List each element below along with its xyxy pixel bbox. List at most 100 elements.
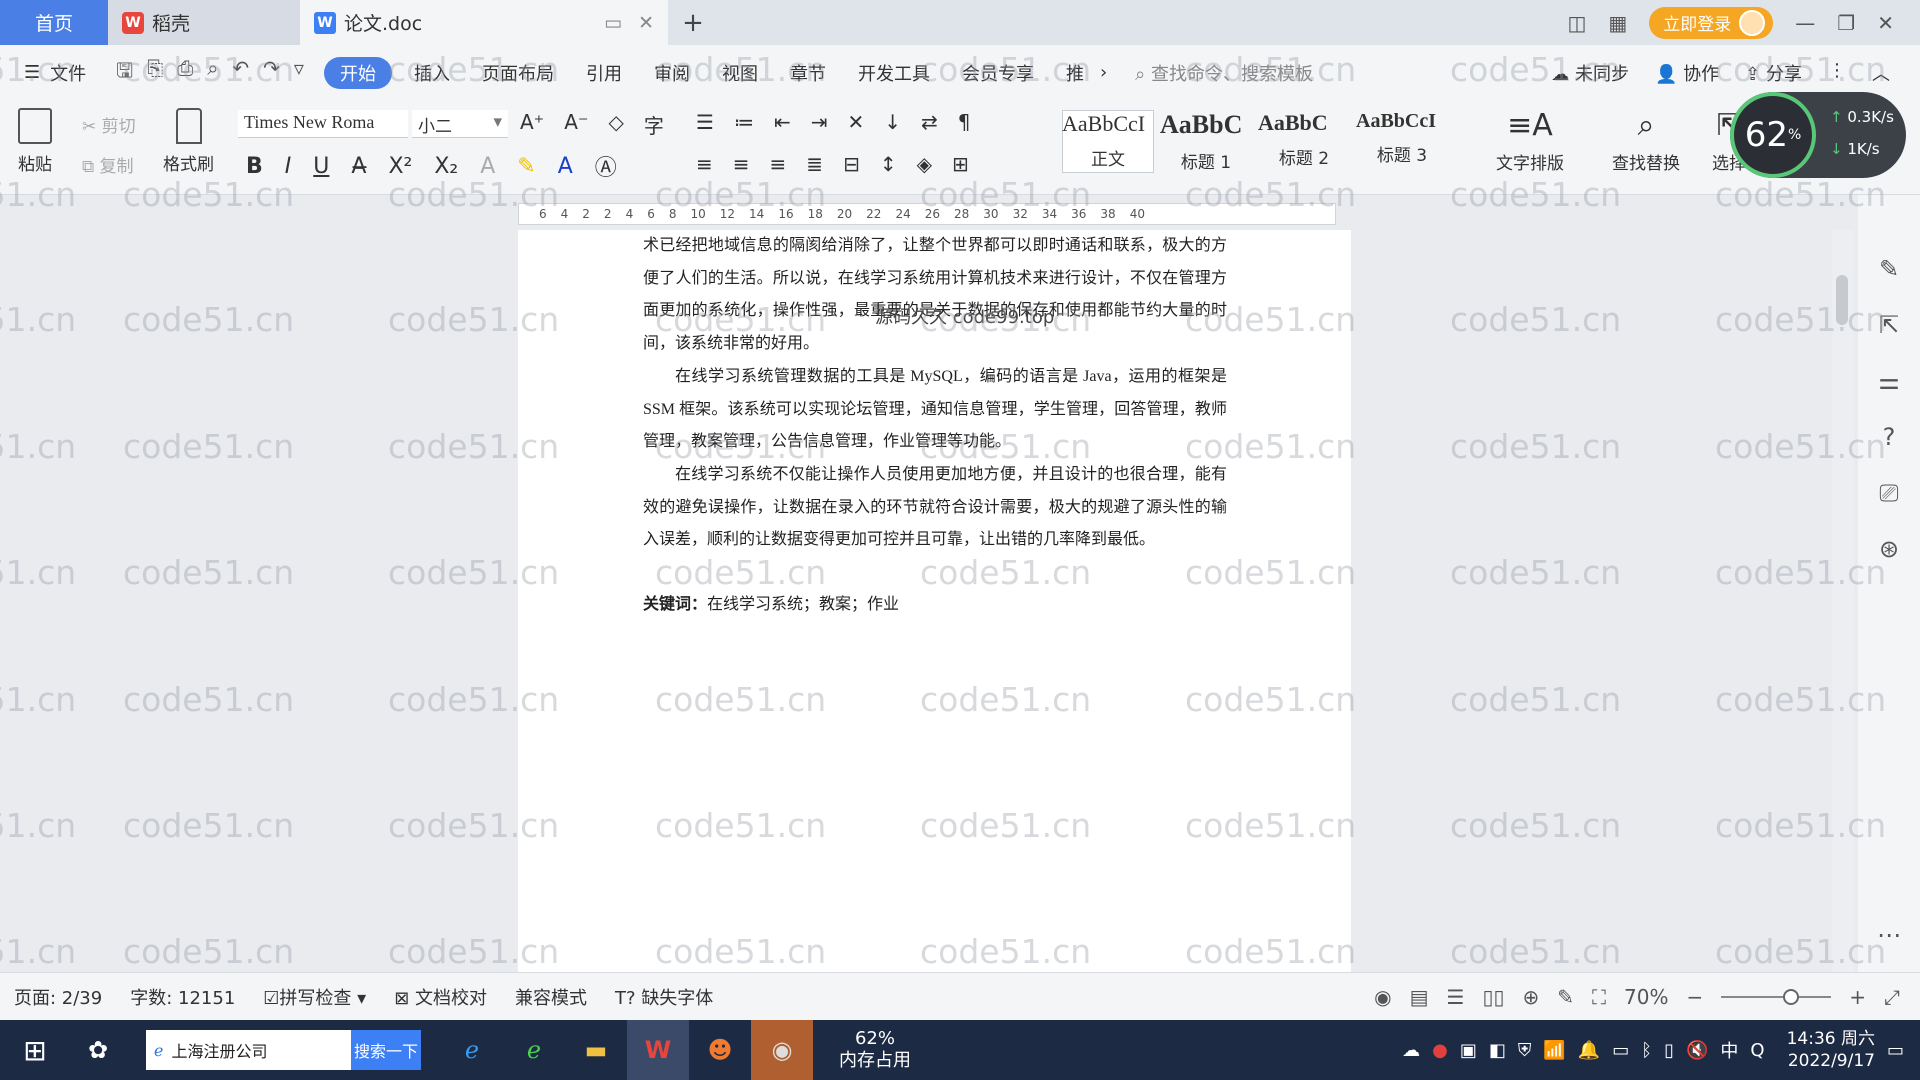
ruler-strip[interactable]: 6 4 2 2 4 6 8 10 12 14 16 18 20 22 24 26 28 30 32 34 36 38 40 bbox=[518, 203, 1336, 225]
zoom-level[interactable]: 70% bbox=[1624, 985, 1668, 1009]
tab-daoke[interactable]: W 稻壳 bbox=[108, 0, 300, 45]
menu-tab-developer[interactable]: 开发工具 bbox=[842, 60, 946, 86]
help-icon[interactable]: ? bbox=[1883, 423, 1896, 451]
proofread-button[interactable]: ⊠ 文档校对 bbox=[380, 984, 501, 1010]
text-layout-button[interactable]: ≡A 文字排版 bbox=[1496, 108, 1564, 174]
wps-app-icon[interactable]: W bbox=[627, 1020, 689, 1080]
taskbar-search[interactable]: ℯ 上海注册公司 bbox=[146, 1030, 351, 1070]
bullet-list-icon[interactable]: ☰ bbox=[696, 110, 714, 134]
export-pdf-icon[interactable]: ⎘ bbox=[147, 56, 163, 90]
fit-page-icon[interactable]: ⛶ bbox=[1592, 985, 1606, 1009]
windows-start-icon[interactable]: ⊞ bbox=[0, 1034, 70, 1067]
share-button[interactable]: ⇪ 分享 bbox=[1745, 60, 1802, 86]
file-menu[interactable]: ☰ 文件 bbox=[0, 60, 102, 86]
print-icon[interactable]: ⎙ bbox=[177, 56, 193, 90]
align-center-icon[interactable]: ≡ bbox=[733, 152, 750, 176]
redo-icon[interactable]: ↷ bbox=[263, 56, 280, 90]
justify-icon[interactable]: ≣ bbox=[806, 152, 823, 176]
document-body[interactable]: 术已经把地域信息的隔阂给消除了，让整个世界都可以即时通话和联系，极大的方便了人们… bbox=[643, 230, 1227, 622]
paragraph-1[interactable]: 术已经把地域信息的隔阂给消除了，让整个世界都可以即时通话和联系，极大的方便了人们… bbox=[643, 230, 1227, 361]
zoom-slider[interactable] bbox=[1721, 988, 1832, 1005]
browser-360-icon[interactable]: ℯ bbox=[503, 1020, 565, 1080]
superscript-icon[interactable]: X² bbox=[388, 154, 412, 179]
close-window-icon[interactable]: ✕ bbox=[1877, 11, 1894, 35]
taskbar-search-button[interactable]: 搜索一下 bbox=[351, 1030, 421, 1070]
style-heading-2[interactable]: AaBbC 标题 2 bbox=[1258, 110, 1350, 173]
menu-tab-member[interactable]: 会员专享 bbox=[946, 60, 1050, 86]
style-heading-1[interactable]: AaBbC 标题 1 bbox=[1160, 110, 1252, 173]
undo-icon[interactable]: ↶ bbox=[232, 56, 249, 90]
eye-protection-icon[interactable]: ◉ bbox=[1374, 985, 1391, 1009]
collaborate-button[interactable]: 👤 协作 bbox=[1655, 60, 1719, 86]
menu-tab-insert[interactable]: 插入 bbox=[398, 60, 466, 86]
system-clock[interactable]: 14:36 周六 2022/9/17 bbox=[1787, 1028, 1875, 1072]
font-name-select[interactable]: Times New Roma bbox=[238, 110, 408, 138]
menu-tab-view[interactable]: 视图 bbox=[706, 60, 774, 86]
restore-icon[interactable]: ❐ bbox=[1837, 11, 1855, 35]
missing-font-button[interactable]: T? 缺失字体 bbox=[601, 984, 727, 1010]
sync-tray-icon[interactable]: ◧ bbox=[1489, 1040, 1506, 1061]
float-window-icon[interactable]: ▭ bbox=[604, 12, 622, 34]
paste-button[interactable]: 粘贴 bbox=[18, 108, 52, 175]
font-size-select[interactable]: 小二 ▾ bbox=[412, 110, 508, 138]
text-effect-icon[interactable]: A bbox=[480, 154, 495, 179]
scrollbar-thumb[interactable] bbox=[1836, 275, 1848, 325]
antivirus-icon[interactable]: ● bbox=[1432, 1040, 1448, 1061]
align-right-icon[interactable]: ≡ bbox=[770, 152, 787, 176]
line-spacing-icon[interactable]: ↕ bbox=[880, 152, 897, 176]
bluetooth-icon[interactable]: ᛒ bbox=[1641, 1040, 1652, 1061]
cut-button[interactable]: ✂ 剪切 bbox=[82, 112, 136, 137]
zoom-in-icon[interactable]: + bbox=[1849, 985, 1866, 1009]
more-options-icon[interactable]: ⋮ bbox=[1828, 60, 1846, 86]
customize-dropdown-icon[interactable]: ▿ bbox=[294, 56, 304, 90]
close-tab-icon[interactable]: ✕ bbox=[638, 12, 654, 34]
strikethrough-icon[interactable]: A̶ bbox=[351, 154, 366, 179]
page-indicator[interactable]: 页面: 2/39 bbox=[0, 984, 116, 1010]
numbered-list-icon[interactable]: ≔ bbox=[734, 110, 754, 134]
more-icon[interactable]: ⋯ bbox=[1877, 921, 1901, 949]
zoom-slider-knob[interactable] bbox=[1783, 988, 1800, 1005]
sort-icon[interactable]: ↓ bbox=[884, 110, 901, 134]
underline-icon[interactable]: U bbox=[313, 154, 329, 179]
tab-home[interactable]: 首页 bbox=[0, 0, 108, 45]
shield-icon[interactable]: ⛨ bbox=[1518, 1040, 1532, 1061]
backup-icon[interactable]: ⎚ bbox=[1879, 479, 1898, 507]
align-left-icon[interactable]: ≡ bbox=[696, 152, 713, 176]
style-normal[interactable]: AaBbCcI 正文 bbox=[1062, 110, 1154, 173]
compass-icon[interactable]: ⊛ bbox=[1879, 535, 1899, 563]
file-explorer-icon[interactable]: ▬ bbox=[565, 1020, 627, 1080]
layout-switch-icon[interactable]: ◫ bbox=[1567, 11, 1586, 35]
sync-button[interactable]: ☁ 未同步 bbox=[1551, 60, 1629, 86]
pen-icon[interactable]: ✎ bbox=[1879, 255, 1899, 283]
reading-view-icon[interactable]: ▯▯ bbox=[1482, 985, 1504, 1009]
save-icon[interactable]: 🖫 bbox=[116, 56, 133, 90]
text-direction-icon[interactable]: ⇄ bbox=[921, 110, 938, 134]
show-marks-icon[interactable]: ¶ bbox=[958, 110, 971, 134]
network-speed-widget[interactable]: 62% ↑ 0.3K/s ↓ 1K/s bbox=[1730, 92, 1906, 178]
shading-icon[interactable]: ◈ bbox=[917, 152, 932, 176]
format-painter-button[interactable]: 格式刷 bbox=[163, 108, 214, 175]
ime-indicator[interactable]: 中 bbox=[1720, 1037, 1738, 1063]
weather-icon[interactable]: ☁ bbox=[1402, 1040, 1420, 1061]
font-color-icon[interactable]: A bbox=[558, 154, 573, 179]
borders-icon[interactable]: ⊞ bbox=[952, 152, 969, 176]
highlight-icon[interactable]: ✎ bbox=[517, 154, 535, 179]
clear-format-icon[interactable]: ◇ bbox=[609, 110, 624, 139]
vertical-scrollbar[interactable] bbox=[1832, 230, 1854, 972]
action-center-icon[interactable]: ▭ bbox=[1887, 1040, 1904, 1061]
copy-button[interactable]: ⧉ 复制 bbox=[82, 152, 134, 177]
menu-tab-layout[interactable]: 页面布局 bbox=[466, 60, 570, 86]
media-app-icon[interactable]: ◉ bbox=[751, 1020, 813, 1080]
write-mode-icon[interactable]: ✎ bbox=[1557, 985, 1574, 1009]
distribute-icon[interactable]: ⊟ bbox=[843, 152, 860, 176]
paragraph-2[interactable]: 在线学习系统管理数据的工具是 MySQL，编码的语言是 Java，运用的框架是 … bbox=[643, 361, 1227, 459]
subscript-icon[interactable]: X₂ bbox=[434, 154, 458, 179]
bold-icon[interactable]: B bbox=[246, 154, 263, 179]
app-grid-icon[interactable]: ▦ bbox=[1608, 11, 1627, 35]
new-tab-button[interactable]: + bbox=[668, 0, 718, 45]
qq-icon[interactable]: Q bbox=[1750, 1040, 1764, 1061]
menu-tab-home[interactable]: 开始 bbox=[323, 56, 392, 89]
keywords-line[interactable]: 关键词：在线学习系统；教案；作业 bbox=[643, 589, 1227, 622]
ie-browser-icon[interactable]: ℯ bbox=[441, 1020, 503, 1080]
memory-usage[interactable]: 62% 内存占用 bbox=[839, 1028, 911, 1072]
